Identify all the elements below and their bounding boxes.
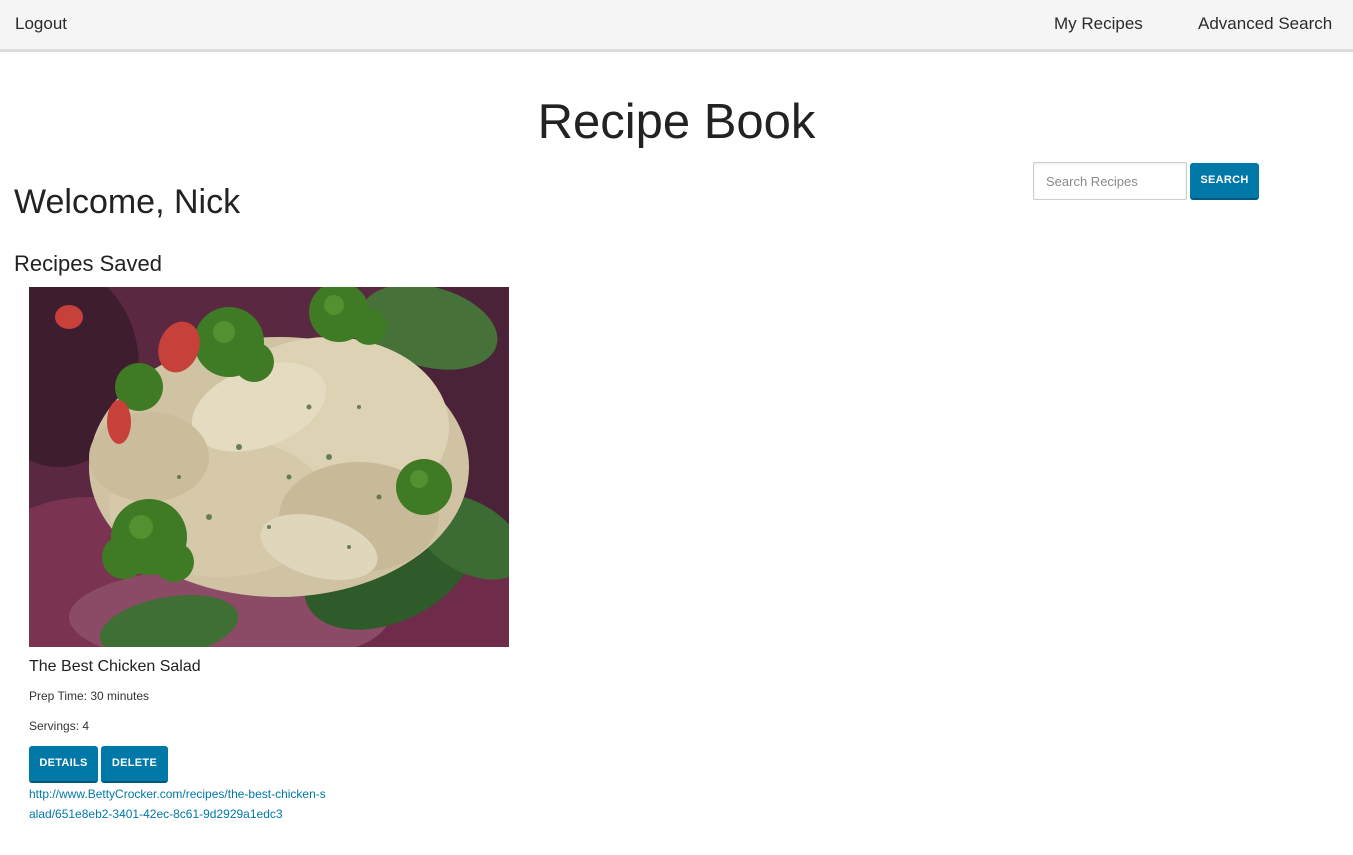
logout-link[interactable]: Logout — [15, 14, 67, 34]
search-button[interactable]: SEARCH — [1190, 163, 1259, 200]
recipe-source-link[interactable]: http://www.BettyCrocker.com/recipes/the-… — [29, 784, 329, 824]
welcome-heading: Welcome, Nick — [14, 183, 241, 221]
advanced-search-link[interactable]: Advanced Search — [1198, 14, 1332, 34]
recipe-prep-time: Prep Time: 30 minutes — [29, 689, 150, 703]
recipe-servings: Servings: 4 — [29, 719, 90, 733]
details-button[interactable]: DETAILS — [29, 746, 98, 783]
recipe-title: The Best Chicken Salad — [29, 658, 201, 675]
recipes-saved-heading: Recipes Saved — [14, 251, 162, 276]
search-input[interactable] — [1033, 162, 1187, 200]
my-recipes-link[interactable]: My Recipes — [1054, 14, 1143, 34]
page-title: Recipe Book — [537, 95, 816, 149]
recipe-image — [29, 287, 509, 647]
delete-button[interactable]: DELETE — [101, 746, 168, 783]
top-nav-bar: Logout My Recipes Advanced Search — [0, 0, 1353, 52]
